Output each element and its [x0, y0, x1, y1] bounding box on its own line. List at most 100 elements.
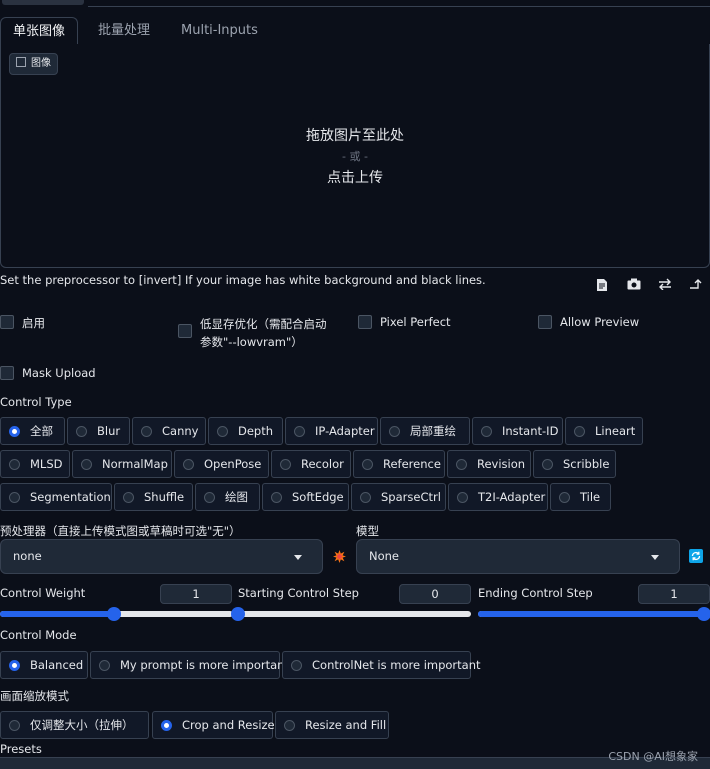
mask-upload-checkbox[interactable]: Mask Upload — [0, 366, 96, 380]
arrow-up-icon[interactable] — [689, 278, 703, 292]
top-tab-strip — [88, 0, 710, 7]
control-type-normalmap[interactable]: NormalMap — [72, 450, 172, 478]
control-type-canny[interactable]: Canny — [132, 417, 206, 445]
control-type-sparsectrl[interactable]: SparseCtrl — [351, 483, 446, 511]
control-type-all[interactable]: 全部 — [0, 417, 65, 445]
camera-icon[interactable] — [627, 278, 641, 292]
control-type-t2i-adapter[interactable]: T2I-Adapter — [448, 483, 548, 511]
refresh-icon[interactable] — [689, 549, 703, 563]
checkbox-box[interactable] — [0, 366, 14, 380]
radio-label: 全部 — [30, 424, 53, 438]
resize-mode-crop[interactable]: Crop and Resize — [152, 711, 275, 739]
radio-label: T2I-Adapter — [478, 490, 546, 504]
control-type-segmentation[interactable]: Segmentation — [0, 483, 112, 511]
ending-step-input[interactable]: 1 — [638, 584, 710, 604]
control-weight-slider[interactable] — [0, 607, 233, 621]
radio-dot[interactable] — [456, 458, 467, 470]
starting-step-slider[interactable] — [231, 607, 471, 621]
control-type-shuffle[interactable]: Shuffle — [114, 483, 193, 511]
radio-dot[interactable] — [9, 719, 20, 731]
model-select[interactable]: None — [356, 539, 680, 574]
radio-dot[interactable] — [9, 425, 20, 437]
slider-thumb[interactable] — [697, 607, 710, 621]
radio-label: Shuffle — [144, 490, 185, 504]
radio-label: Revision — [477, 457, 526, 471]
control-weight-input[interactable]: 1 — [160, 584, 232, 604]
radio-dot[interactable] — [389, 425, 400, 437]
radio-dot[interactable] — [481, 425, 492, 437]
radio-dot[interactable] — [291, 659, 302, 671]
control-type-tile[interactable]: Tile — [550, 483, 611, 511]
presets-dropdown[interactable] — [0, 757, 710, 769]
radio-label: IP-Adapter — [315, 424, 375, 438]
radio-dot[interactable] — [9, 491, 20, 503]
preprocessor-value: none — [13, 549, 42, 563]
radio-dot[interactable] — [161, 719, 172, 731]
control-type-softedge[interactable]: SoftEdge — [262, 483, 349, 511]
explosion-icon[interactable] — [333, 550, 346, 563]
swap-icon[interactable] — [658, 278, 672, 292]
enable-checkbox[interactable]: 启用 — [0, 315, 45, 331]
radio-dot[interactable] — [76, 425, 87, 437]
radio-dot[interactable] — [217, 425, 228, 437]
control-mode-prompt[interactable]: My prompt is more important — [90, 651, 289, 679]
radio-label: Blur — [97, 424, 121, 438]
radio-dot[interactable] — [271, 491, 282, 503]
document-icon[interactable] — [595, 278, 609, 292]
radio-label: SparseCtrl — [381, 490, 441, 504]
lowvram-checkbox[interactable]: 低显存优化（需配合启动 参数"--lowvram"） — [178, 315, 327, 351]
control-type-openpose[interactable]: OpenPose — [174, 450, 269, 478]
checkbox-box[interactable] — [538, 315, 552, 329]
control-mode-balanced[interactable]: Balanced — [0, 651, 88, 679]
control-type-recolor[interactable]: Recolor — [271, 450, 351, 478]
radio-dot[interactable] — [141, 425, 152, 437]
checkbox-label: 低显存优化（需配合启动 参数"--lowvram"） — [200, 315, 327, 351]
radio-dot[interactable] — [294, 425, 305, 437]
radio-dot[interactable] — [559, 491, 570, 503]
control-type-lineart[interactable]: Lineart — [565, 417, 643, 445]
checkbox-box[interactable] — [178, 324, 192, 338]
pixel-perfect-checkbox[interactable]: Pixel Perfect — [358, 315, 451, 329]
control-type-scribble[interactable]: Scribble — [533, 450, 616, 478]
ending-step-slider[interactable] — [478, 607, 710, 621]
control-mode-controlnet[interactable]: ControlNet is more important — [282, 651, 481, 679]
tab-single-image[interactable]: 单张图像 — [0, 17, 79, 46]
radio-dot[interactable] — [360, 491, 371, 503]
resize-mode-just-resize[interactable]: 仅调整大小（拉伸） — [0, 711, 149, 739]
preprocessor-label: 预处理器（直接上传模式图或草稿时可选"无"） — [0, 524, 241, 538]
radio-dot[interactable] — [542, 458, 553, 470]
preprocessor-select[interactable]: none — [0, 539, 323, 574]
control-type-revision[interactable]: Revision — [447, 450, 531, 478]
radio-dot[interactable] — [457, 491, 468, 503]
control-type-sketch[interactable]: 绘图 — [195, 483, 260, 511]
radio-dot[interactable] — [183, 458, 194, 470]
control-type-mlsd[interactable]: MLSD — [0, 450, 70, 478]
slider-thumb[interactable] — [107, 607, 122, 621]
radio-dot[interactable] — [123, 491, 134, 503]
checkbox-box[interactable] — [358, 315, 372, 329]
radio-dot[interactable] — [99, 659, 110, 671]
radio-dot[interactable] — [574, 425, 585, 437]
radio-dot[interactable] — [9, 458, 20, 470]
tab-multi-inputs[interactable]: Multi-Inputs — [169, 17, 270, 44]
control-type-depth[interactable]: Depth — [208, 417, 283, 445]
control-type-ip-adapter[interactable]: IP-Adapter — [285, 417, 378, 445]
allow-preview-checkbox[interactable]: Allow Preview — [538, 315, 639, 329]
radio-label: Tile — [580, 490, 601, 504]
control-type-blur[interactable]: Blur — [67, 417, 130, 445]
radio-dot[interactable] — [204, 491, 215, 503]
radio-dot[interactable] — [362, 458, 373, 470]
starting-step-input[interactable]: 0 — [399, 584, 471, 604]
radio-dot[interactable] — [280, 458, 291, 470]
slider-thumb[interactable] — [231, 607, 245, 621]
radio-dot[interactable] — [9, 659, 20, 671]
radio-dot[interactable] — [284, 719, 295, 731]
control-type-reference[interactable]: Reference — [353, 450, 445, 478]
resize-mode-fill[interactable]: Resize and Fill — [275, 711, 389, 739]
radio-dot[interactable] — [81, 458, 92, 470]
control-type-instant-id[interactable]: Instant-ID — [472, 417, 563, 445]
tab-batch[interactable]: 批量处理 — [86, 17, 162, 44]
checkbox-box[interactable] — [0, 315, 14, 329]
image-upload-area[interactable]: 图像 拖放图片至此处 - 或 - 点击上传 — [0, 44, 710, 268]
control-type-inpaint[interactable]: 局部重绘 — [380, 417, 470, 445]
